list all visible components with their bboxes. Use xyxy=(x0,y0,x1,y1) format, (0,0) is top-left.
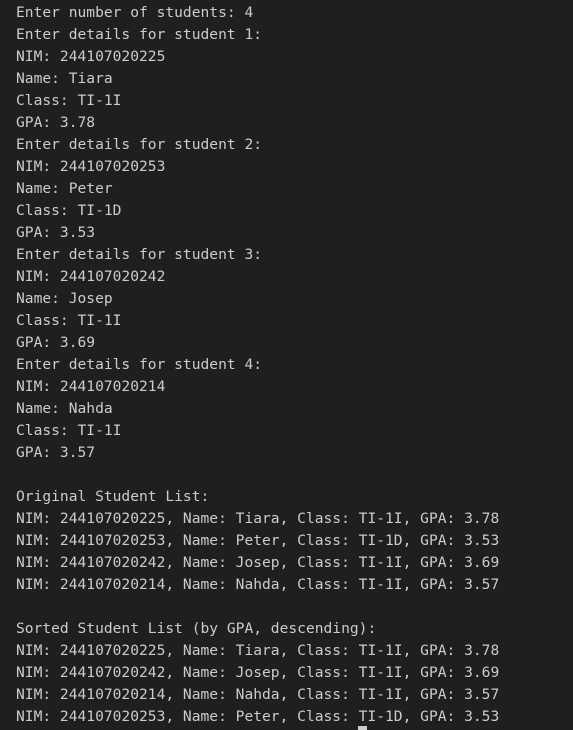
student-4-name: Name: Nahda xyxy=(16,400,113,417)
student-4-nim: NIM: 244107020214 xyxy=(16,378,166,395)
original-list-row: NIM: 244107020242, Name: Josep, Class: T… xyxy=(16,554,500,571)
sorted-list-row: NIM: 244107020225, Name: Tiara, Class: T… xyxy=(16,642,500,659)
original-list-heading: Original Student List: xyxy=(16,488,210,505)
input-section: Enter number of students: 4 Enter detail… xyxy=(16,2,573,464)
original-list-section: Original Student List: NIM: 244107020225… xyxy=(16,486,573,596)
student-1-gpa: GPA: 3.78 xyxy=(16,114,96,131)
sorted-list-row: NIM: 244107020253, Name: Peter, Class: T… xyxy=(16,708,500,725)
sorted-list-row: NIM: 244107020214, Name: Nahda, Class: T… xyxy=(16,686,500,703)
prompt-student-3-header: Enter details for student 3: xyxy=(16,246,263,263)
student-2-name: Name: Peter xyxy=(16,180,113,197)
student-3-nim: NIM: 244107020242 xyxy=(16,268,166,285)
terminal-output[interactable]: Enter number of students: 4 Enter detail… xyxy=(0,0,573,730)
student-1-name: Name: Tiara xyxy=(16,70,113,87)
student-2-class: Class: TI-1D xyxy=(16,202,122,219)
original-list-row: NIM: 244107020225, Name: Tiara, Class: T… xyxy=(16,510,500,527)
sorted-list-row: NIM: 244107020242, Name: Josep, Class: T… xyxy=(16,664,500,681)
student-1-nim: NIM: 244107020225 xyxy=(16,48,166,65)
sorted-list-heading: Sorted Student List (by GPA, descending)… xyxy=(16,620,377,637)
student-4-gpa: GPA: 3.57 xyxy=(16,444,96,461)
original-list-row: NIM: 244107020253, Name: Peter, Class: T… xyxy=(16,532,500,549)
student-3-name: Name: Josep xyxy=(16,290,113,307)
prompt-student-1-header: Enter details for student 1: xyxy=(16,26,263,43)
prompt-student-2-header: Enter details for student 2: xyxy=(16,136,263,153)
student-3-gpa: GPA: 3.69 xyxy=(16,334,96,351)
student-2-nim: NIM: 244107020253 xyxy=(16,158,166,175)
prompt-student-4-header: Enter details for student 4: xyxy=(16,356,263,373)
student-4-class: Class: TI-1I xyxy=(16,422,122,439)
text-cursor xyxy=(358,726,367,730)
student-2-gpa: GPA: 3.53 xyxy=(16,224,96,241)
original-list-row: NIM: 244107020214, Name: Nahda, Class: T… xyxy=(16,576,500,593)
student-1-class: Class: TI-1I xyxy=(16,92,122,109)
prompt-student-count: Enter number of students: 4 xyxy=(16,4,254,21)
sorted-list-section: Sorted Student List (by GPA, descending)… xyxy=(16,618,573,728)
student-3-class: Class: TI-1I xyxy=(16,312,122,329)
